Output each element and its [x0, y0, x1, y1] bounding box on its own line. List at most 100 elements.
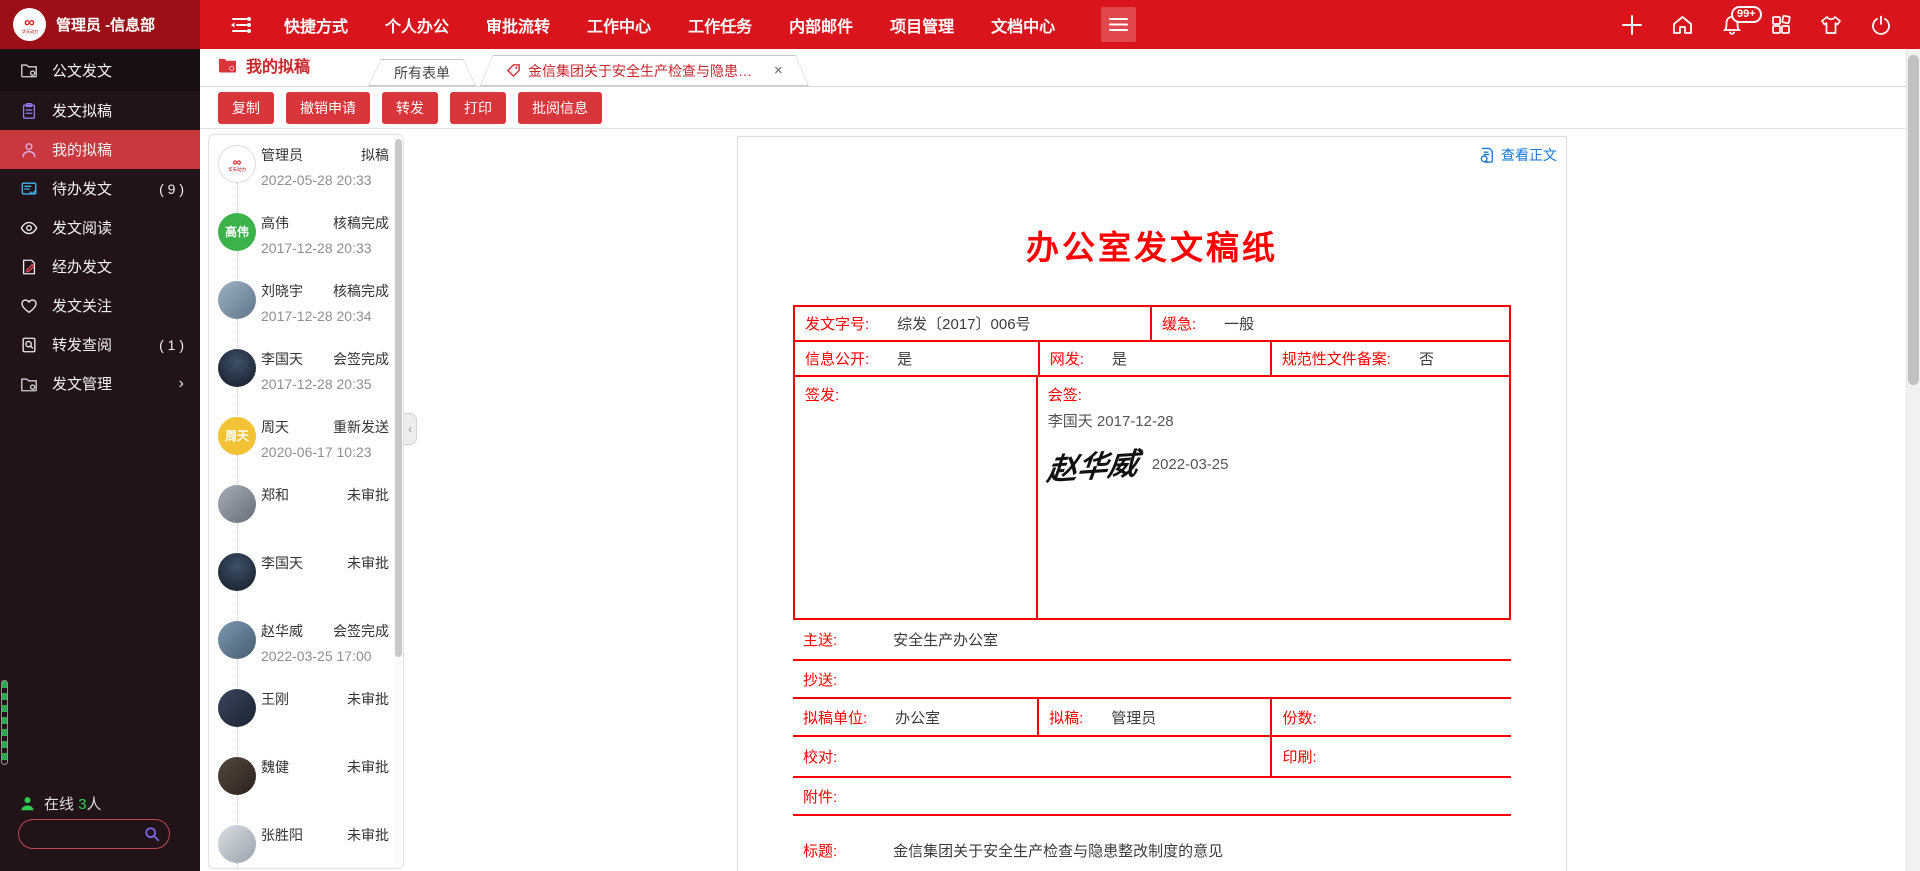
apps-grid-icon[interactable]: [1770, 14, 1792, 36]
status-text: 核稿完成: [333, 213, 389, 233]
timeline-row1: 周天重新发送: [261, 417, 395, 437]
person-icon: [20, 141, 38, 159]
status-text: 未审批: [347, 553, 389, 573]
sidebar-drag-handle[interactable]: [1, 680, 8, 765]
window-scrollbar[interactable]: [1906, 49, 1920, 871]
nav-item-5[interactable]: 内部邮件: [789, 13, 853, 37]
timeline-row1: 李国天未审批: [261, 553, 395, 573]
search-icon[interactable]: [144, 826, 160, 842]
view-document-icon: [1479, 147, 1496, 164]
sidebar-item-4[interactable]: 发文阅读: [0, 208, 200, 247]
toolbar-button-1[interactable]: 撤销申请: [286, 92, 370, 124]
sidebar-item-7[interactable]: 转发查阅 ( 1 ): [0, 325, 200, 364]
nav-item-7[interactable]: 文档中心: [991, 13, 1055, 37]
nav-item-0[interactable]: 快捷方式: [284, 13, 348, 37]
item-count-badge: ( 1 ): [159, 337, 184, 353]
row-attachment: 附件:: [793, 776, 1511, 814]
toolbar-button-4[interactable]: 批阅信息: [518, 92, 602, 124]
status-text: 未审批: [347, 689, 389, 709]
timeline-item-10[interactable]: 张胜阳未审批: [209, 817, 403, 869]
toolbar-button-3[interactable]: 打印: [450, 92, 506, 124]
tag-icon: [506, 63, 521, 78]
sidebar-item-label: 经办发文: [52, 256, 112, 277]
content-region: 我的拟稿 所有表单 金信集团关于安全生产检查与隐患整... × 复制撤销申请转发…: [200, 49, 1920, 871]
topbar-actions: 99+: [1620, 13, 1892, 37]
nav-item-6[interactable]: 项目管理: [890, 13, 954, 37]
status-text: 拟稿: [361, 145, 389, 165]
tab-bar: 我的拟稿 所有表单 金信集团关于安全生产检查与隐患整... ×: [200, 49, 1920, 87]
nav-item-4[interactable]: 工作任务: [688, 13, 752, 37]
notifications-bell-icon[interactable]: 99+: [1721, 13, 1743, 36]
avatar: [218, 553, 256, 591]
theme-shirt-icon[interactable]: [1819, 14, 1843, 36]
timestamp: 2020-06-17 10:23: [261, 444, 395, 460]
sidebar-search-input[interactable]: [19, 827, 144, 842]
timeline-item-8[interactable]: 王刚未审批: [209, 681, 403, 749]
timeline-item-0[interactable]: ∞华天动力管理员拟稿2022-05-28 20:33: [209, 137, 403, 205]
sidebar-item-0[interactable]: 公文发文: [0, 49, 200, 91]
power-logout-icon[interactable]: [1870, 14, 1892, 36]
timestamp: 2017-12-28 20:35: [261, 376, 395, 392]
approval-timeline-panel: ∞华天动力管理员拟稿2022-05-28 20:33高伟高伟核稿完成2017-1…: [208, 134, 404, 869]
row-proofread-print: 校对: 印刷:: [793, 735, 1511, 776]
tab-all-forms[interactable]: 所有表单: [368, 59, 476, 86]
red-folder-icon: [218, 57, 237, 73]
tab-document[interactable]: 金信集团关于安全生产检查与隐患整... ×: [480, 55, 809, 86]
home-icon[interactable]: [1671, 14, 1694, 36]
panel-collapse-handle[interactable]: ‹: [404, 413, 417, 445]
avatar: [218, 485, 256, 523]
person-name: 赵华威: [261, 621, 303, 641]
person-name: 高伟: [261, 213, 289, 233]
timeline-item-7[interactable]: 赵华威会签完成2022-03-25 17:00: [209, 613, 403, 681]
timeline-scrollbar[interactable]: [394, 135, 403, 868]
timeline-item-2[interactable]: 刘晓宇核稿完成2017-12-28 20:34: [209, 273, 403, 341]
paper-title: 办公室发文稿纸: [738, 221, 1566, 269]
nav-item-1[interactable]: 个人办公: [385, 13, 449, 37]
window-scrollbar-thumb[interactable]: [1908, 55, 1919, 385]
more-menus-button[interactable]: [1101, 7, 1136, 42]
status-text: 重新发送: [333, 417, 389, 437]
sidebar-item-label: 公文发文: [52, 60, 112, 81]
chevron-right-icon: ›: [179, 375, 184, 393]
timeline-item-4[interactable]: 周天周天重新发送2020-06-17 10:23: [209, 409, 403, 477]
timeline-row1: 管理员拟稿: [261, 145, 395, 165]
status-text: 会签完成: [333, 349, 389, 369]
clipboard-icon: [20, 102, 38, 120]
timeline-row1: 李国天会签完成: [261, 349, 395, 369]
sidebar-item-label: 转发查阅: [52, 334, 112, 355]
menu-fold-icon[interactable]: [228, 15, 252, 35]
timeline-item-5[interactable]: 郑和未审批: [209, 477, 403, 545]
sidebar-item-8[interactable]: 发文管理›: [0, 364, 200, 403]
nav-item-3[interactable]: 工作中心: [587, 13, 651, 37]
sidebar-item-1[interactable]: 发文拟稿: [0, 91, 200, 130]
view-body-link[interactable]: 查看正文: [1479, 145, 1557, 165]
close-tab-icon[interactable]: ×: [774, 62, 783, 79]
timeline-item-1[interactable]: 高伟高伟核稿完成2017-12-28 20:33: [209, 205, 403, 273]
main-area: ∞华天动力管理员拟稿2022-05-28 20:33高伟高伟核稿完成2017-1…: [200, 128, 1920, 871]
sidebar-item-6[interactable]: 发文关注: [0, 286, 200, 325]
avatar: [218, 689, 256, 727]
nav-item-2[interactable]: 审批流转: [486, 13, 550, 37]
folder-doc-icon: [20, 61, 38, 79]
timeline-item-9[interactable]: 魏健未审批: [209, 749, 403, 817]
countersign-entry: 李国天 2017-12-28: [1048, 410, 1174, 431]
sidebar: 公文发文发文拟稿我的拟稿待办发文( 9 )发文阅读经办发文发文关注转发查阅 ( 1…: [0, 49, 200, 871]
sidebar-item-2[interactable]: 我的拟稿: [0, 130, 200, 169]
avatar: ∞华天动力: [218, 145, 256, 183]
timeline-row1: 郑和未审批: [261, 485, 395, 505]
timeline-item-6[interactable]: 李国天未审批: [209, 545, 403, 613]
timeline-item-3[interactable]: 李国天会签完成 2017-12-28 20:35: [209, 341, 403, 409]
person-name: 魏健: [261, 757, 289, 777]
row-title: 标题:金信集团关于安全生产检查与隐患整改制度的意见: [793, 814, 1511, 869]
toolbar-button-2[interactable]: 转发: [382, 92, 438, 124]
sidebar-item-3[interactable]: 待办发文( 9 ): [0, 169, 200, 208]
status-text: 核稿完成: [333, 281, 389, 301]
sidebar-item-5[interactable]: 经办发文: [0, 247, 200, 286]
toolbar-button-0[interactable]: 复制: [218, 92, 274, 124]
avatar: [218, 621, 256, 659]
brand: ∞ 华天动力 管理员 -信息部: [0, 0, 200, 49]
sidebar-item-label: 发文关注: [52, 295, 112, 316]
timeline-scrollbar-thumb[interactable]: [395, 139, 402, 657]
plus-icon[interactable]: [1620, 13, 1644, 37]
timeline-row1: 赵华威会签完成: [261, 621, 395, 641]
